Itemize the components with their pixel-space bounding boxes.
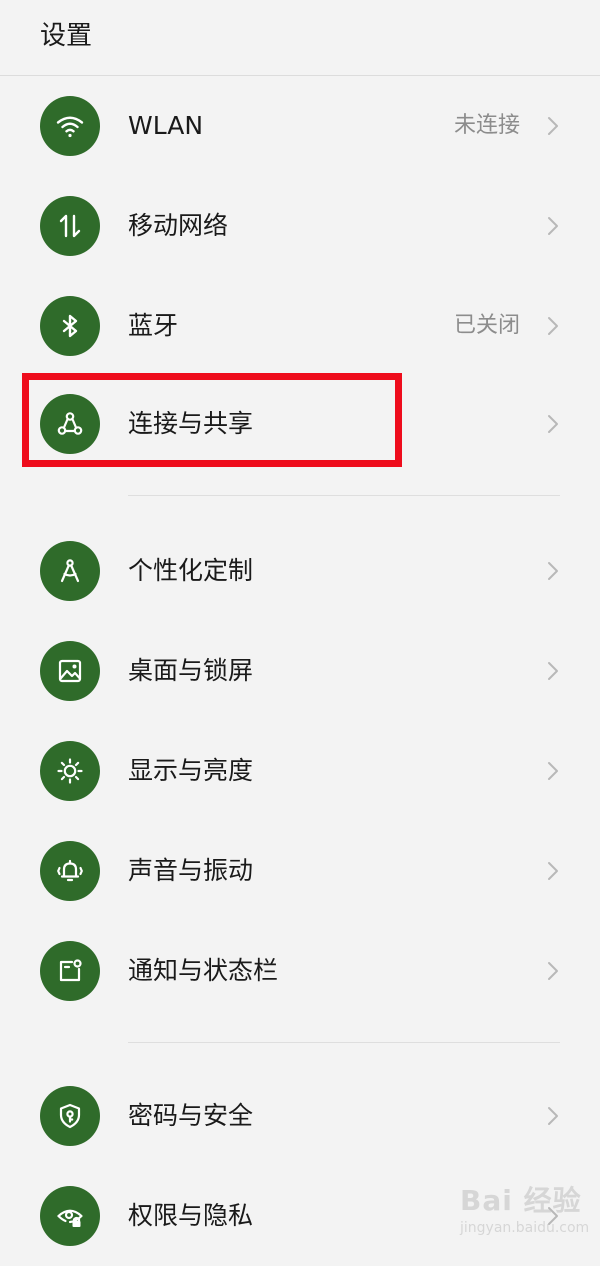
settings-item-security[interactable]: 密码与安全 (0, 1066, 600, 1166)
shield-key-icon (40, 1086, 100, 1146)
settings-item-label: 权限与隐私 (128, 1201, 254, 1230)
chevron-right-icon (543, 561, 563, 581)
wifi-icon (40, 96, 100, 156)
compass-icon (40, 541, 100, 601)
mobile-data-icon (40, 196, 100, 256)
chevron-right-icon (543, 1106, 563, 1126)
bluetooth-status: 已关闭 (453, 313, 520, 338)
header: 设置 (0, 0, 600, 76)
settings-item-personalize[interactable]: 个性化定制 (0, 521, 600, 621)
chevron-right-icon (543, 316, 563, 336)
section-divider (128, 495, 560, 496)
settings-item-privacy[interactable]: 权限与隐私 (0, 1166, 600, 1266)
settings-item-label: 连接与共享 (128, 409, 254, 438)
chevron-right-icon (543, 116, 563, 136)
section-divider (128, 1042, 560, 1043)
share-icon (40, 394, 100, 454)
settings-item-display[interactable]: 显示与亮度 (0, 721, 600, 821)
chevron-right-icon (543, 216, 563, 236)
settings-item-notification[interactable]: 通知与状态栏 (0, 921, 600, 1021)
chevron-right-icon (543, 961, 563, 981)
settings-item-label: 通知与状态栏 (128, 956, 279, 985)
settings-item-label: 个性化定制 (128, 556, 254, 585)
bell-vibrate-icon (40, 841, 100, 901)
settings-item-label: 移动网络 (128, 211, 229, 240)
settings-item-label: 蓝牙 (128, 311, 179, 340)
chevron-right-icon (543, 1206, 563, 1226)
settings-item-wlan[interactable]: WLAN 未连接 (0, 76, 600, 176)
settings-item-sound[interactable]: 声音与振动 (0, 821, 600, 921)
settings-item-label: 桌面与锁屏 (128, 656, 254, 685)
chevron-right-icon (543, 861, 563, 881)
eye-lock-icon (40, 1186, 100, 1246)
image-icon (40, 641, 100, 701)
settings-item-connection-sharing[interactable]: 连接与共享 (0, 374, 600, 474)
settings-item-mobile-network[interactable]: 移动网络 (0, 176, 600, 276)
settings-item-bluetooth[interactable]: 蓝牙 已关闭 (0, 276, 600, 376)
page-title: 设置 (40, 21, 93, 51)
chevron-right-icon (543, 414, 563, 434)
notification-icon (40, 941, 100, 1001)
settings-item-label: 密码与安全 (128, 1101, 254, 1130)
bluetooth-icon (40, 296, 100, 356)
settings-item-label: 显示与亮度 (128, 756, 254, 785)
settings-item-label: 声音与振动 (128, 856, 254, 885)
wlan-status: 未连接 (453, 113, 520, 138)
settings-item-label: WLAN (128, 111, 204, 140)
brightness-icon (40, 741, 100, 801)
chevron-right-icon (543, 661, 563, 681)
settings-item-wallpaper[interactable]: 桌面与锁屏 (0, 621, 600, 721)
chevron-right-icon (543, 761, 563, 781)
